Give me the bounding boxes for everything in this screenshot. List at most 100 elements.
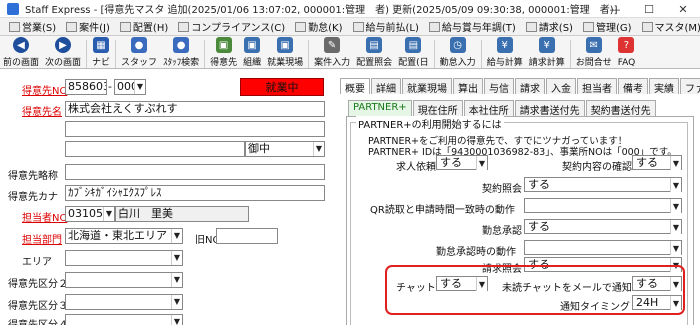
window-title: Staff Express - [得意先マスタ 追加(2025/01/06 13… [25,5,618,16]
tab-8[interactable]: 備考 [618,78,648,95]
subtab-1[interactable]: 現在住所 [412,100,463,117]
kana-label: 得意先カナ [8,192,58,203]
toolbar-button-10[interactable]: ▤ 配置(日 [395,37,432,68]
job-input-icon: ✎ [324,37,341,53]
menu-item-label: コンプライアンス(C) [191,23,286,34]
tab-9[interactable]: 実績 [649,78,679,95]
toolbar-separator [308,40,310,68]
title-bar: Staff Express - [得意先マスタ 追加(2025/01/06 13… [0,0,700,18]
menu-item-5[interactable]: 給与前払(L) [348,19,424,34]
tab-10[interactable]: ファイル [680,78,700,95]
tab-5[interactable]: 請求 [515,78,545,95]
maximize-button[interactable]: ☐ [632,0,666,18]
customer-name-field[interactable]: 株式会社えくすぷれす [65,101,325,117]
tab-3[interactable]: 算出 [453,78,483,95]
toolbar-button-2[interactable]: ▦ ナビ [89,37,113,68]
area-select[interactable]: ▼ [65,250,183,266]
menu-item-2[interactable]: 配置(H) [115,19,173,34]
class3-select[interactable]: ▼ [65,294,183,310]
class2-select[interactable]: ▼ [65,272,183,288]
menu-item-8[interactable]: 管理(G) [578,19,637,34]
subtab-0[interactable]: PARTNER+ [348,100,412,116]
menu-item-0[interactable]: 営業(S) [4,19,61,34]
department-select[interactable]: 北海道・東北エリア ▼ [65,228,183,244]
toolbar-button-4[interactable]: ● ｽﾀｯﾌ検索 [160,37,202,68]
toolbar-button-8[interactable]: ✎ 案件入力 [311,37,353,68]
menu-item-7[interactable]: 請求(S) [521,19,578,34]
staff-no-field[interactable]: 031057 ▼ [65,206,115,222]
contract-inquiry-select[interactable]: する ▼ [524,177,682,192]
attendance-approved-action-select[interactable]: ▼ [524,240,682,255]
menu-bar: 営業(S) 案件(J) 配置(H) コンプライアンス(C) 勤怠(K) 給与前払(L) 給与… [0,18,700,36]
toolbar-button-9[interactable]: ▤ 配置照会 [353,37,395,68]
chevron-down-icon: ▼ [171,315,182,325]
job-icon [66,21,78,32]
class4-label: 得意先区分４ [8,316,68,325]
organization-icon: ▣ [244,37,261,53]
partner-info-line2: PARTNER+ IDは「9430001036982-83」、事業所NOは「00… [368,147,677,158]
menu-item-9[interactable]: マスタ(M) [637,19,700,34]
toolbar-button-7[interactable]: ▣ 就業現場 [264,37,306,68]
chevron-down-icon: ▼ [171,229,182,243]
contract-check-label: 契約内容の確認 [562,162,632,173]
qr-action-label: QR読取と申請時間一致時の動作 [370,205,515,216]
honorific-select[interactable]: 御中 ▼ [245,141,325,157]
class4-select[interactable]: ▼ [65,314,183,325]
subtab-4[interactable]: 契約書送付先 [585,100,656,117]
subtab-2[interactable]: 本社住所 [463,100,514,117]
customer-name-field-3[interactable] [65,141,245,157]
toolbar-button-label: 次の画面 [45,58,82,68]
short-name-field[interactable] [65,164,325,180]
minimize-button[interactable]: — [598,0,632,18]
toolbar-button-11[interactable]: ◷ 勤怠入力 [437,37,479,68]
toolbar-button-12[interactable]: ¥ 給与計算 [484,37,526,68]
qr-action-select[interactable]: ▼ [524,198,682,213]
navi-icon: ▦ [93,37,110,53]
toolbar-button-15[interactable]: ? FAQ [615,37,638,68]
payroll-icon [428,21,440,32]
toolbar-button-14[interactable]: ✉ お問合せ [573,37,615,68]
menu-item-label: 給与賞与年調(T) [441,23,516,34]
old-no-field[interactable] [216,228,278,244]
attendance-approval-select[interactable]: する ▼ [524,219,682,234]
daily-placement-icon: ▤ [405,37,422,53]
customer-name-field-2[interactable] [65,121,325,137]
subtab-3[interactable]: 請求書送付先 [514,100,585,117]
toolbar-button-6[interactable]: ▣ 組織 [240,37,264,68]
arrow-right-icon: ▶ [55,37,72,53]
contract-check-select[interactable]: する ▼ [632,155,682,170]
arrow-left-icon: ◀ [13,37,29,53]
toolbar-button-5[interactable]: ▣ 得意先 [207,37,240,68]
menu-item-label: 勤怠(K) [308,23,343,34]
customer-no-label: 得意先NO [22,86,68,97]
close-button[interactable]: ✕ [666,0,700,18]
menu-item-4[interactable]: 勤怠(K) [290,19,347,34]
toolbar-button-1[interactable]: ▶ 次の画面 [42,37,84,68]
partner-group-title: PARTNER+の利用開始するには [356,116,504,131]
branch-select[interactable]: 000 ▼ [114,79,146,95]
status-badge: 就業中 [240,78,324,96]
attendance-approval-label: 勤怠承認 [482,226,522,237]
menu-item-label: 管理(G) [595,23,632,34]
tab-0[interactable]: 概要 [340,78,370,95]
job-request-select[interactable]: する ▼ [436,155,488,170]
menu-item-6[interactable]: 給与賞与年調(T) [424,19,521,34]
billing-calc-icon: ¥ [538,37,555,53]
tab-4[interactable]: 与信 [484,78,514,95]
toolbar-button-3[interactable]: ● スタッフ [118,37,160,68]
chevron-down-icon: ▼ [670,241,681,255]
toolbar-button-13[interactable]: ¥ 請求計算 [526,37,568,68]
kana-field[interactable]: ｶﾌﾞｼｷｶﾞｲｼｬｴｸｽﾌﾟﾚｽ [65,185,325,201]
menu-item-1[interactable]: 案件(J) [61,19,115,34]
toolbar-button-0[interactable]: ◀ 前の画面 [0,37,42,68]
menu-item-3[interactable]: コンプライアンス(C) [173,19,290,34]
toolbar-separator [86,40,88,68]
tab-1[interactable]: 詳細 [371,78,401,95]
customer-icon: ▣ [215,37,232,53]
tab-2[interactable]: 就業現場 [402,78,452,95]
toolbar: ◀ 前の画面 ▶ 次の画面 ▦ ナビ ● スタッフ ● ｽﾀｯﾌ検索 ▣ 得意先 ▣ 組織 ▣ 就業現場 ✎ 案件… [0,36,700,69]
tab-7[interactable]: 担当者 [577,78,617,95]
tab-6[interactable]: 入金 [546,78,576,95]
chevron-down-icon: ▼ [670,199,681,213]
customer-no-field[interactable]: 858603 [65,79,107,95]
